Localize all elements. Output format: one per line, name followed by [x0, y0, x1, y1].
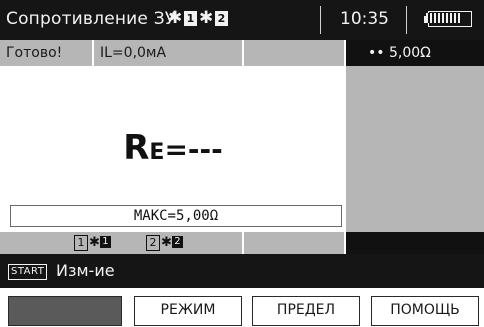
ready-status: Готово!	[0, 40, 94, 66]
meter-screen: Сопротивление ЗУ ✱ 1 ✱ 2 10:35 Готово! I…	[0, 0, 484, 327]
probe-icon: ✱	[161, 235, 172, 250]
probe-2-status: 2 ✱ 2	[146, 235, 183, 251]
softkey-bar: РЕЖИМ ПРЕДЕЛ ПОМОЩЬ	[0, 288, 484, 327]
probe-1-status: 1 ✱ 1	[74, 235, 111, 251]
hint-text: Изм-ие	[56, 261, 115, 280]
hint-bar: START Изм-ие	[0, 254, 484, 288]
probe-icon: ✱	[168, 8, 183, 28]
probe-2-indicator: ✱ 2	[199, 7, 229, 31]
battery-fill	[426, 13, 462, 23]
start-key-icon: START	[8, 264, 48, 280]
probe-1-number: 1	[74, 235, 88, 251]
probe-status-cell: 1 ✱ 1 2 ✱ 2	[0, 232, 244, 254]
status-bar: Готово! IL=0,0мА •• 5,00Ω	[0, 40, 484, 66]
battery-icon	[424, 11, 474, 29]
mode-button[interactable]: РЕЖИМ	[134, 296, 242, 326]
probe-status-row: 1 ✱ 1 2 ✱ 2	[0, 232, 484, 254]
leakage-current: IL=0,0мА	[94, 40, 244, 66]
probe-2-number: 2	[215, 11, 228, 26]
reading-area: RE=---	[0, 66, 346, 202]
probe-2-badge: 2	[171, 236, 183, 248]
resistance-symbol: R	[123, 128, 150, 168]
title-divider	[406, 6, 407, 34]
resistance-subscript: E	[149, 140, 165, 165]
help-button[interactable]: ПОМОЩЬ	[371, 296, 479, 326]
range-indicator: •• 5,00Ω	[346, 40, 484, 66]
side-panel	[346, 66, 484, 232]
title-bar: Сопротивление ЗУ ✱ 1 ✱ 2 10:35	[0, 0, 484, 40]
probe-1-indicator: ✱ 1	[168, 7, 198, 31]
clock: 10:35	[340, 9, 389, 29]
probe-1-number: 1	[184, 11, 197, 26]
title-divider	[320, 6, 321, 34]
softkey-1[interactable]	[8, 296, 122, 326]
probe-2-number: 2	[146, 235, 160, 251]
screen-title: Сопротивление ЗУ	[6, 9, 176, 29]
probe-1-badge: 1	[99, 236, 111, 248]
measurement-result: RE=---	[0, 128, 346, 168]
limit-box: МАКС=5,00Ω	[10, 205, 342, 227]
measurement-value: =---	[164, 133, 223, 166]
status-empty-cell	[244, 40, 346, 66]
probe-status-dark	[346, 232, 484, 254]
probe-icon: ✱	[89, 235, 100, 250]
probe-status-empty	[244, 232, 346, 254]
probe-icon: ✱	[199, 8, 214, 28]
limit-button[interactable]: ПРЕДЕЛ	[252, 296, 360, 326]
